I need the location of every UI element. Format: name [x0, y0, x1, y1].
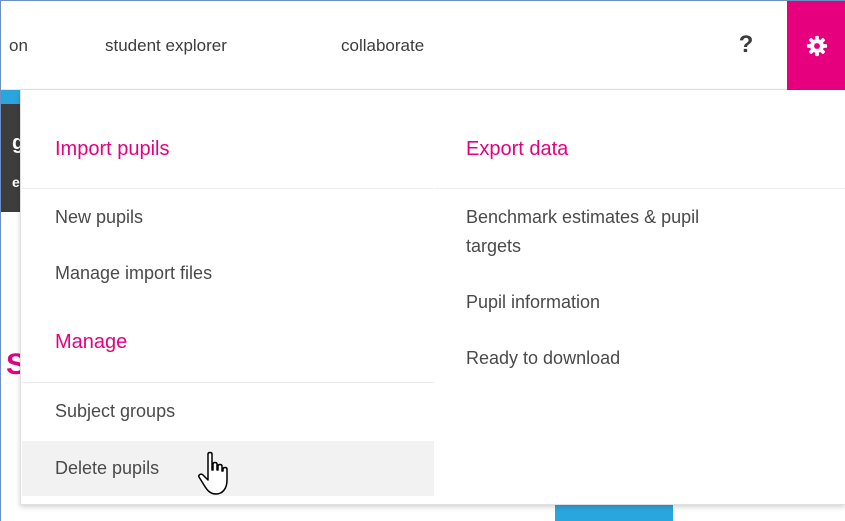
background-dark-panel: g er	[1, 104, 25, 212]
menu-item-benchmark-estimates-line2[interactable]: targets	[466, 233, 521, 259]
top-navigation: on student explorer collaborate ?	[1, 1, 845, 90]
menu-item-new-pupils[interactable]: New pupils	[55, 204, 143, 230]
manage-divider	[22, 382, 434, 383]
background-blue-bar	[1, 90, 21, 104]
menu-item-manage-import-files[interactable]: Manage import files	[55, 260, 212, 286]
menu-item-benchmark-estimates-line1[interactable]: Benchmark estimates & pupil	[466, 204, 699, 230]
menu-item-subject-groups[interactable]: Subject groups	[55, 398, 175, 424]
hand-pointer-icon	[198, 451, 228, 495]
menu-item-delete-pupils[interactable]: Delete pupils	[55, 455, 159, 481]
import-divider	[22, 188, 434, 189]
help-button[interactable]: ?	[736, 28, 756, 62]
menu-item-ready-to-download[interactable]: Ready to download	[466, 345, 620, 371]
settings-dropdown-menu: Import pupils New pupils Manage import f…	[20, 90, 845, 505]
settings-button[interactable]	[787, 1, 845, 90]
background-blue-button	[555, 503, 673, 521]
gear-icon	[806, 35, 827, 56]
manage-heading: Manage	[55, 331, 128, 353]
nav-item-student-explorer[interactable]: student explorer	[105, 1, 227, 90]
export-data-heading: Export data	[466, 138, 569, 160]
import-pupils-heading: Import pupils	[55, 138, 170, 160]
menu-item-pupil-information[interactable]: Pupil information	[466, 289, 600, 315]
export-divider	[435, 188, 845, 189]
nav-item-partial[interactable]: on	[9, 1, 28, 90]
nav-item-collaborate[interactable]: collaborate	[341, 1, 424, 90]
